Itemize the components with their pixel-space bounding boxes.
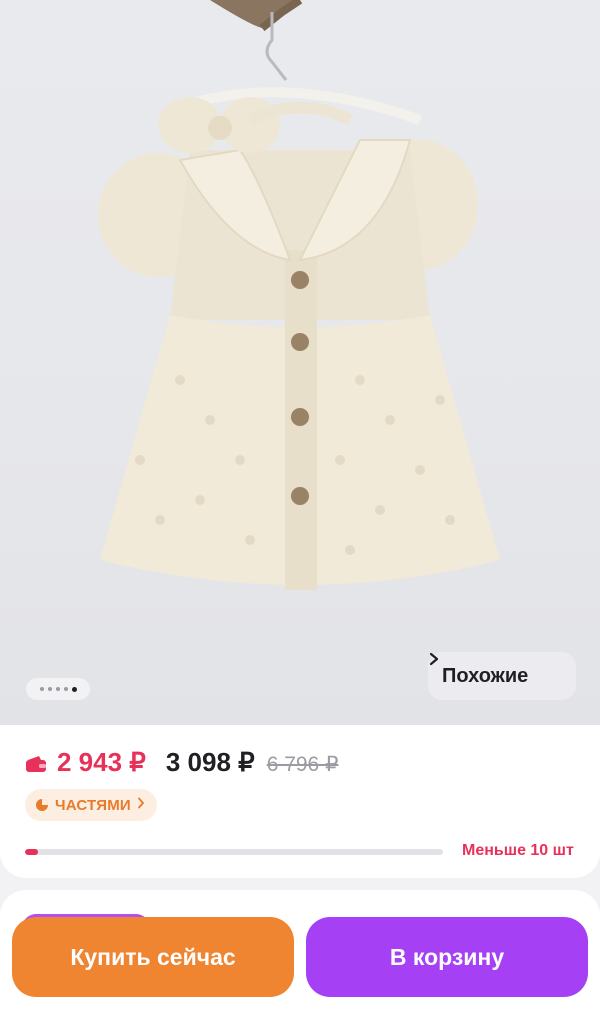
installments-badge[interactable]: ЧАСТЯМИ (25, 789, 157, 821)
add-to-cart-button[interactable]: В корзину (306, 917, 588, 997)
gallery-pagination[interactable] (26, 678, 90, 700)
dress-illustration (98, 0, 500, 590)
installments-label: ЧАСТЯМИ (55, 796, 131, 814)
stock-label: Меньше 10 шт (462, 842, 574, 859)
chevron-right-icon (137, 796, 145, 814)
gallery-dot[interactable] (63, 687, 68, 691)
product-page: Похожие 2 943 ₽ 3 098 ₽ 6 796 ₽ ЧАСТЯМИ … (0, 0, 600, 1010)
regular-price: 3 098 ₽ (165, 747, 255, 777)
buy-now-label: Купить сейчас (70, 943, 236, 970)
gallery-dot-active[interactable] (71, 686, 77, 692)
stock-progress-bar (25, 849, 443, 855)
gallery-dot[interactable] (55, 687, 60, 691)
similar-button[interactable]: Похожие (428, 652, 576, 700)
add-to-cart-label: В корзину (389, 943, 505, 970)
old-price: 6 796 ₽ (266, 753, 339, 776)
sale-price: 2 943 ₽ (57, 747, 146, 777)
gallery-dot[interactable] (39, 687, 44, 691)
product-photo[interactable]: Похожие (0, 0, 600, 725)
price-card: 2 943 ₽ 3 098 ₽ 6 796 ₽ ЧАСТЯМИ Меньше 1… (0, 725, 600, 878)
wallet-icon (25, 755, 47, 773)
similar-button-label: Похожие (442, 664, 529, 687)
gallery-dot[interactable] (47, 687, 52, 691)
price-row: 2 943 ₽ 3 098 ₽ 6 796 ₽ (25, 747, 338, 778)
chevron-right-icon (429, 652, 558, 687)
stock-progress-fill (25, 849, 38, 855)
pie-chart-icon (35, 798, 49, 812)
buy-now-button[interactable]: Купить сейчас (12, 917, 294, 997)
